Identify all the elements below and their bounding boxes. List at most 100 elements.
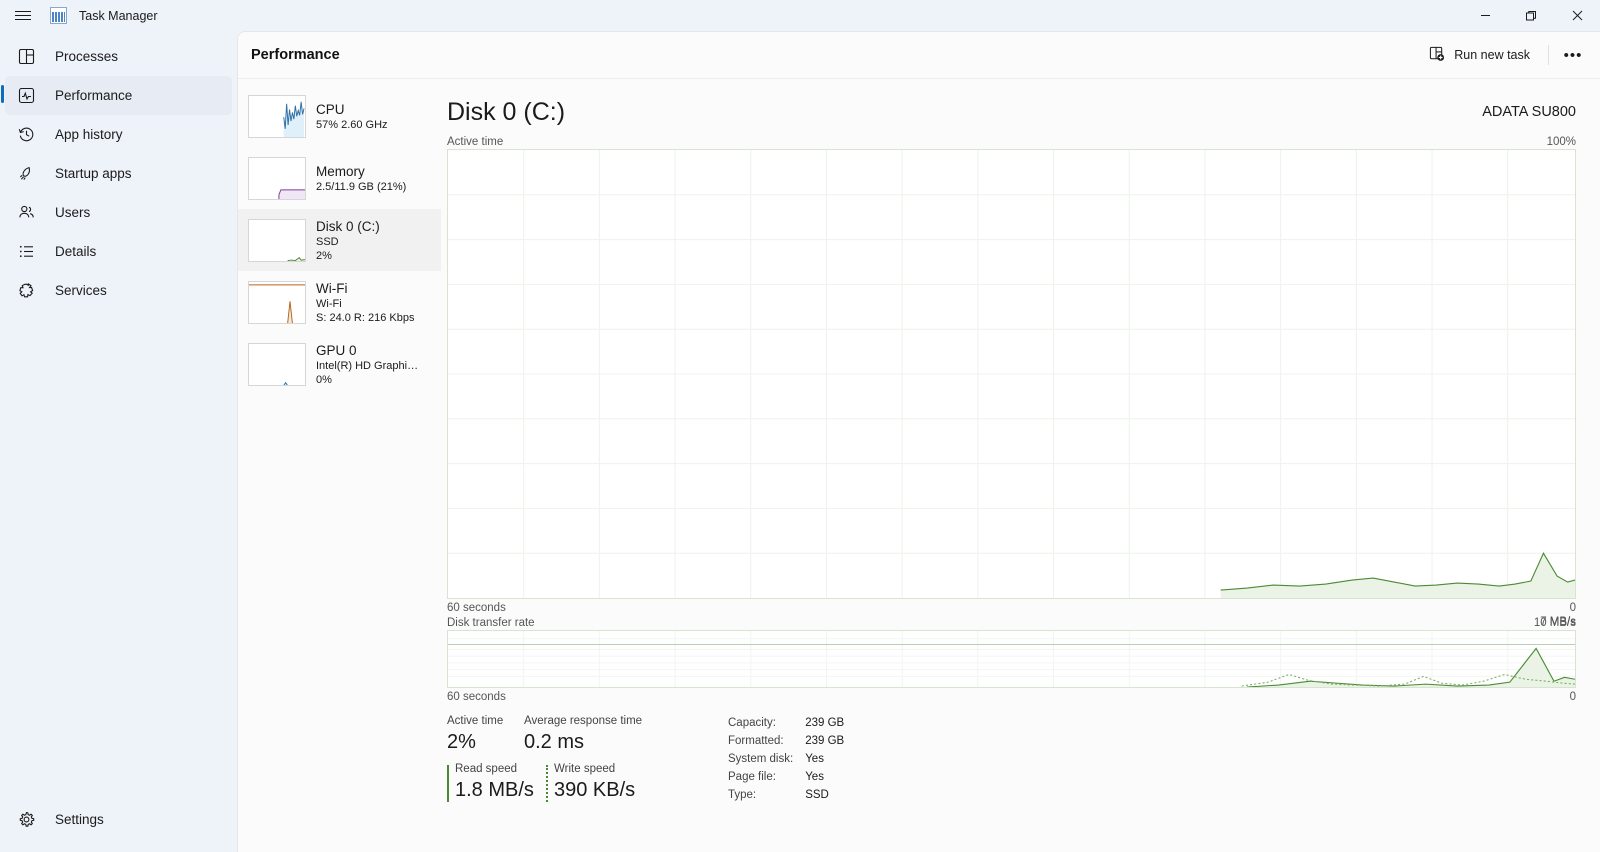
spec-key: Capacity: [728,717,776,729]
device-name: Memory [316,163,365,179]
sidebar-item-label: Performance [55,88,133,103]
device-text: Disk 0 (C:) SSD 2% [316,218,380,263]
sidebar-item-details[interactable]: Details [5,232,232,271]
duration-label: 60 seconds [447,691,506,703]
sidebar-item-label: Services [55,283,107,298]
spec-key: System disk: [728,753,794,765]
transfer-rate-chart [447,630,1576,688]
run-new-task-button[interactable]: Run new task [1418,40,1541,71]
minimize-icon[interactable] [1462,0,1508,31]
disk-specs: Capacity: Formatted: System disk: Page f… [728,714,844,804]
cpu-mini-graph [248,94,306,138]
stat-write-speed: Write speed 390 KB/s [546,762,698,804]
device-item-disk-0[interactable]: Disk 0 (C:) SSD 2% [238,209,441,271]
active-time-caption: Active time 100% [447,136,1576,149]
stat-average-response-time: Average response time 0.2 ms [524,714,676,756]
device-sub: S: 24.0 R: 216 Kbps [316,311,415,324]
disk-title: Disk 0 (C:) [447,98,566,126]
users-icon [16,203,36,223]
gpu-mini-graph [248,342,306,386]
device-item-memory[interactable]: Memory 2.5/11.9 GB (21%) [238,147,441,209]
spec-key: Formatted: [728,735,784,747]
stat-label: Read speed [455,763,518,775]
sidebar-item-app-history[interactable]: App history [5,115,232,154]
device-name: Wi-Fi [316,280,348,296]
spec-key: Page file: [728,771,776,783]
stats-row-top: Active time 2% Average response time 0.2… [447,714,698,756]
app-title: Task Manager [79,8,158,23]
maximize-icon[interactable] [1508,0,1554,31]
device-item-wifi[interactable]: Wi-Fi Wi-Fi S: 24.0 R: 216 Kbps [238,271,441,333]
disk-detail-panel: Disk 0 (C:) ADATA SU800 Active time 100% [441,79,1600,852]
transfer-caption: Disk transfer rate 10 MB/s [447,617,1576,630]
spec-value: 239 GB [805,717,845,729]
app-shell: Processes Performance App history Startu… [0,31,1600,852]
sidebar-item-settings[interactable]: Settings [5,800,232,839]
stat-label: Active time [447,715,504,727]
stats-row-bottom: Read speed 1.8 MB/s Write speed 390 KB/s [447,762,698,804]
close-icon[interactable] [1554,0,1600,31]
header-divider [1548,45,1549,65]
stat-active-time: Active time 2% [447,714,524,756]
active-time-label: Active time [447,136,504,148]
stat-value: 1.8 MB/s [455,779,534,801]
more-options-button[interactable]: ••• [1556,40,1590,71]
stat-value: 390 KB/s [554,779,636,801]
sidebar-item-label: Settings [55,812,104,827]
page-title: Performance [251,47,340,63]
device-name: Disk 0 (C:) [316,218,380,234]
stat-label: Average response time [524,715,643,727]
device-sub: SSD [316,235,339,248]
device-item-gpu-0[interactable]: GPU 0 Intel(R) HD Graphi… 0% [238,333,441,395]
stats-panel: Active time 2% Average response time 0.2… [447,714,1576,804]
device-sub: 0% [316,373,332,386]
device-text: GPU 0 Intel(R) HD Graphi… 0% [316,342,418,387]
sidebar-item-label: App history [55,127,123,142]
performance-body: CPU 57% 2.60 GHz Memory 2.5/11.9 GB (21%… [238,79,1600,852]
hamburger-icon[interactable] [0,0,46,31]
transfer-label: Disk transfer rate [447,617,535,629]
stats-left: Active time 2% Average response time 0.2… [447,714,698,804]
sidebar-item-label: Startup apps [55,166,132,181]
device-sub: 2.5/11.9 GB (21%) [316,180,407,193]
sidebar-item-users[interactable]: Users [5,193,232,232]
spec-keys: Capacity: Formatted: System disk: Page f… [728,714,793,804]
device-sub: 57% 2.60 GHz [316,118,388,131]
disk-model: ADATA SU800 [1482,104,1576,120]
sidebar-item-performance[interactable]: Performance [1,76,232,115]
device-sub: Intel(R) HD Graphi… [316,359,419,372]
device-text: Wi-Fi Wi-Fi S: 24.0 R: 216 Kbps [316,280,414,325]
spec-values: 239 GB 239 GB Yes Yes SSD [805,714,844,804]
active-time-axis: 60 seconds 0 [447,602,1576,615]
active-time-area [1220,553,1575,598]
performance-icon [16,86,36,106]
active-time-max: 100% [1546,136,1576,148]
stat-value: 0.2 ms [524,731,585,753]
spec-value: SSD [805,789,829,801]
sidebar-item-processes[interactable]: Processes [5,37,232,76]
transfer-axis: 60 seconds 0 [447,691,1576,704]
sidebar-item-label: Details [55,244,97,259]
device-sub: 2% [316,249,332,262]
wifi-mini-graph [248,280,306,324]
disk-mini-graph [248,218,306,262]
content-panel: Performance Run new task ••• CPU 57% 2.6… [237,31,1600,852]
device-name: GPU 0 [316,342,357,358]
detail-header: Disk 0 (C:) ADATA SU800 [447,79,1576,127]
run-new-task-label: Run new task [1454,48,1530,62]
sidebar-item-services[interactable]: Services [5,271,232,310]
sidebar-item-startup-apps[interactable]: Startup apps [5,154,232,193]
spec-value: 239 GB [805,735,845,747]
transfer-min: 0 [1569,691,1576,703]
title-bar: Task Manager [0,0,1600,31]
active-time-min: 0 [1569,602,1576,614]
spec-value: Yes [805,771,824,783]
stat-value: 2% [447,731,476,753]
duration-label: 60 seconds [447,602,506,614]
history-icon [16,125,36,145]
transfer-threshold-label: 7 MB/s [1540,616,1576,628]
device-item-cpu[interactable]: CPU 57% 2.60 GHz [238,85,441,147]
new-task-icon [1429,46,1445,65]
memory-mini-graph [248,156,306,200]
header-actions: Run new task ••• [1418,40,1590,71]
